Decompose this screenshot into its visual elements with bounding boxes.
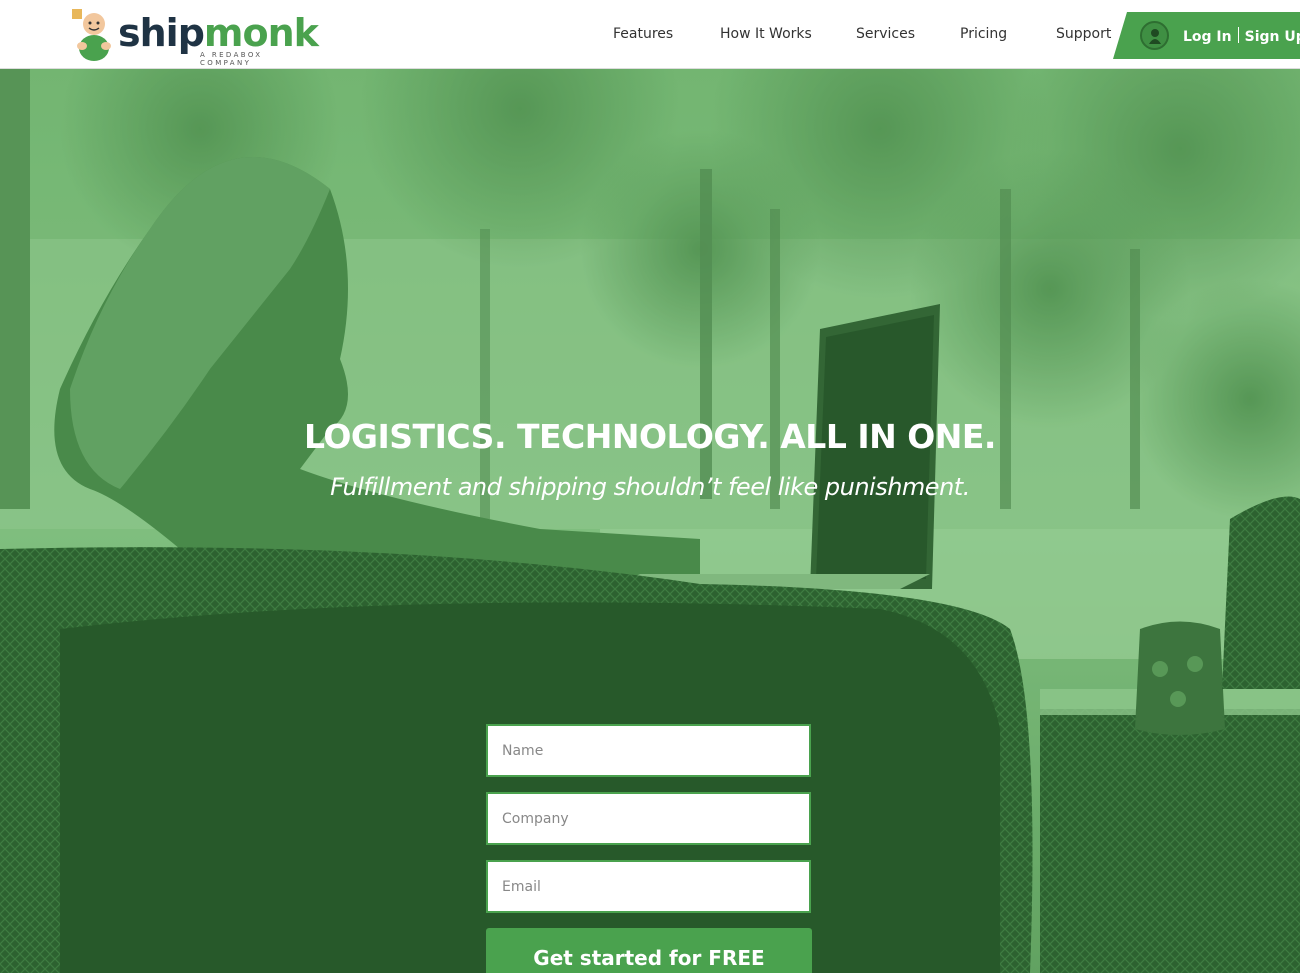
nav-support[interactable]: Support	[1056, 26, 1111, 42]
nav-pricing[interactable]: Pricing	[960, 26, 1007, 42]
nav-features[interactable]: Features	[613, 26, 673, 42]
signup-form: Get started for FREE	[486, 724, 812, 973]
signup-link[interactable]: Sign Up	[1245, 29, 1300, 45]
site-header: shipmonk A REDABOX COMPANY Features How …	[0, 0, 1300, 69]
hero-subtitle: Fulfillment and shipping shouldn’t feel …	[330, 473, 970, 501]
nav-how-it-works[interactable]: How It Works	[720, 26, 812, 42]
auth-tab: Log In Sign Up	[1113, 12, 1300, 59]
get-started-button[interactable]: Get started for FREE	[486, 928, 812, 973]
company-field[interactable]	[486, 792, 811, 845]
nav-services[interactable]: Services	[856, 26, 915, 42]
auth-separator	[1237, 27, 1239, 43]
name-field[interactable]	[486, 724, 811, 777]
email-field[interactable]	[486, 860, 811, 913]
logo-wordmark: shipmonk	[118, 11, 319, 55]
logo-ship-text: ship	[118, 11, 205, 55]
hero-section: LOGISTICS. TECHNOLOGY. ALL IN ONE. Fulfi…	[0, 69, 1300, 973]
logo-monk-text: monk	[203, 11, 319, 55]
login-link[interactable]: Log In	[1183, 29, 1232, 45]
shipmonk-logo[interactable]: shipmonk A REDABOX COMPANY	[70, 6, 319, 67]
user-icon[interactable]	[1140, 21, 1169, 50]
logo-tagline: A REDABOX COMPANY	[200, 51, 263, 67]
auth-links: Log In Sign Up	[1183, 27, 1300, 45]
hero-title: LOGISTICS. TECHNOLOGY. ALL IN ONE.	[304, 417, 996, 456]
monk-mascot-icon	[72, 9, 111, 61]
